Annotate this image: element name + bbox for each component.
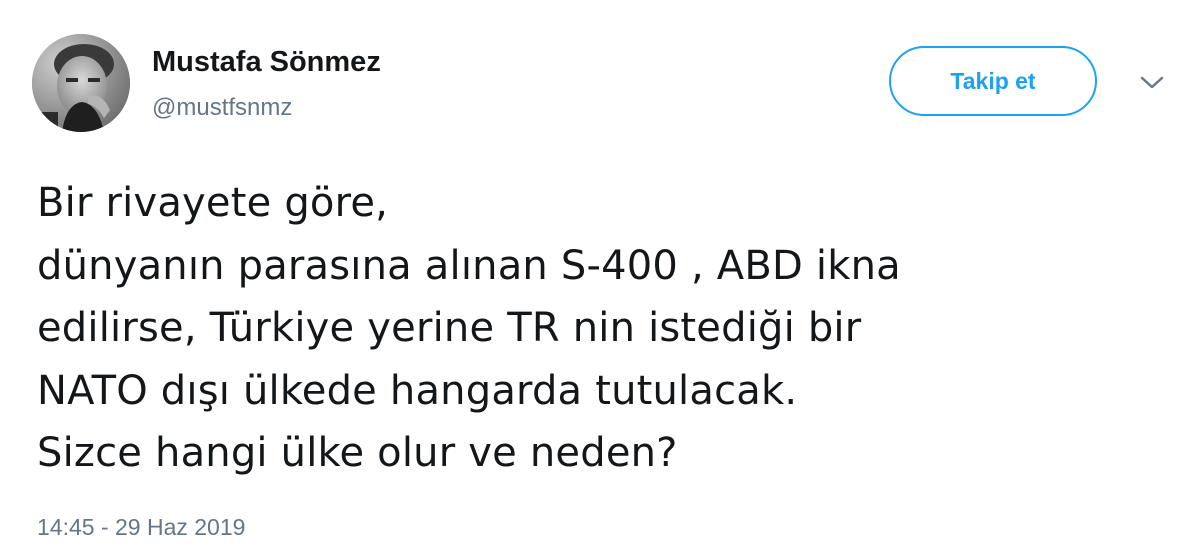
tweet-text-line: edilirse, Türkiye yerine TR nin istediği… bbox=[37, 305, 862, 352]
follow-button-label: Takip et bbox=[950, 67, 1036, 94]
tweet-text-line: Sizce hangi ülke olur ve neden? bbox=[37, 430, 678, 477]
chevron-down-icon[interactable] bbox=[1138, 74, 1166, 92]
tweet-text: Bir rivayete göre, dünyanın parasına alı… bbox=[37, 172, 1167, 485]
follow-button[interactable]: Takip et bbox=[889, 46, 1097, 116]
tweet-text-line: NATO dışı ülkede hangarda tutulacak. bbox=[37, 367, 798, 414]
tweet-timestamp[interactable]: 14:45 - 29 Haz 2019 bbox=[37, 513, 245, 541]
profile-photo-icon bbox=[32, 34, 130, 132]
display-name[interactable]: Mustafa Sönmez bbox=[152, 44, 381, 80]
tweet-card: Mustafa Sönmez @mustfsnmz Takip et Bir r… bbox=[0, 0, 1200, 559]
tweet-text-line: Bir rivayete göre, bbox=[37, 180, 389, 226]
user-handle[interactable]: @mustfsnmz bbox=[152, 93, 292, 123]
avatar[interactable] bbox=[32, 34, 130, 132]
tweet-text-line: dünyanın parasına alınan S-400 , ABD ikn… bbox=[37, 242, 901, 289]
